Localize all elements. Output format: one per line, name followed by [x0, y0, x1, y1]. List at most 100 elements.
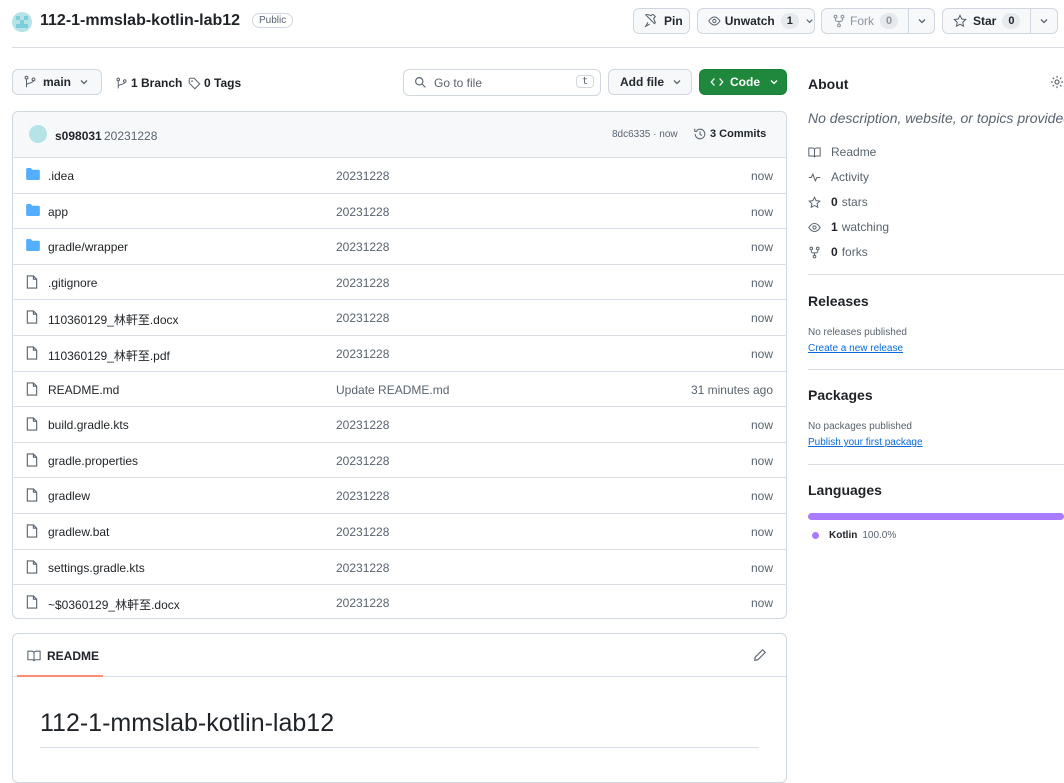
language-dot [812, 532, 819, 539]
create-release-link[interactable]: Create a new release [808, 343, 903, 354]
eye-icon [808, 222, 821, 232]
file-row[interactable]: .idea 20231228 now [12, 157, 787, 193]
pencil-icon [754, 648, 767, 661]
header-divider [12, 47, 1064, 48]
commits-count: 3 Commits [710, 128, 767, 140]
file-commit-message[interactable]: 20231228 [336, 596, 389, 610]
file-row[interactable]: gradlew.bat 20231228 now [12, 513, 787, 549]
readme-heading: 112-1-mmslab-kotlin-lab12 [40, 709, 335, 737]
file-commit-time: now [750, 525, 773, 539]
file-row[interactable]: gradle.properties 20231228 now [12, 441, 787, 478]
file-row[interactable]: README.md Update README.md 31 minutes ago [12, 370, 787, 407]
commits-link[interactable]: 3 Commits [693, 127, 766, 141]
folder-icon [26, 203, 40, 216]
unwatch-button[interactable]: Unwatch 1 [697, 8, 815, 34]
publish-package-link[interactable]: Publish your first package [808, 437, 923, 448]
code-button[interactable]: Code [699, 69, 787, 95]
branch-icon [116, 77, 127, 88]
file-name[interactable]: ~$0360129_林軒至.docx [48, 596, 180, 613]
watching-count: 1 [831, 220, 838, 234]
chevron-down-icon [770, 80, 778, 85]
go-to-file-input[interactable]: Go to file t [403, 69, 601, 96]
releases-empty: No releases published [808, 327, 907, 338]
file-commit-message[interactable]: 20231228 [336, 525, 389, 539]
sidebar-divider [808, 369, 1064, 370]
file-row[interactable]: build.gradle.kts 20231228 now [12, 406, 787, 442]
file-row[interactable]: app 20231228 now [12, 192, 787, 229]
file-row[interactable]: 110360129_林軒至.docx 20231228 now [12, 299, 787, 335]
pin-button[interactable]: Pin [633, 8, 690, 34]
file-name[interactable]: gradle.properties [48, 454, 138, 468]
file-commit-time: now [750, 489, 773, 504]
branch-name: main [43, 75, 72, 89]
branches-link[interactable]: 1 Branch [115, 76, 182, 90]
readme-link[interactable]: Readme [808, 145, 876, 159]
file-row[interactable]: gradle/wrapper 20231228 now [12, 228, 787, 264]
star-label: Star [973, 14, 997, 28]
file-icon-wrap [26, 275, 38, 289]
file-icon-wrap [26, 310, 38, 325]
file-icon-wrap [26, 524, 38, 538]
star-button[interactable]: Star 0 [942, 8, 1058, 34]
repo-title[interactable]: 112-1-mmslab-kotlin-lab12 [40, 12, 240, 30]
file-commit-message[interactable]: 20231228 [336, 347, 389, 361]
file-name[interactable]: .gitignore [48, 276, 97, 290]
file-commit-message[interactable]: 20231228 [336, 418, 389, 432]
file-row[interactable]: 110360129_林軒至.pdf 20231228 now [12, 335, 787, 371]
file-commit-message[interactable]: Update README.md [336, 383, 449, 397]
file-row[interactable]: .gitignore 20231228 now [12, 263, 787, 300]
add-file-button[interactable]: Add file [608, 69, 692, 95]
file-row[interactable]: ~$0360129_林軒至.docx 20231228 now [12, 584, 787, 620]
packages-title[interactable]: Packages [808, 387, 873, 403]
chevron-down-icon [918, 19, 926, 24]
commit-author[interactable]: s098031 [55, 129, 102, 143]
file-row[interactable]: settings.gradle.kts 20231228 now [12, 548, 787, 585]
file-name[interactable]: .idea [48, 169, 74, 183]
code-label: Code [730, 75, 760, 89]
file-commit-message[interactable]: 20231228 [336, 454, 389, 468]
file-name[interactable]: gradlew.bat [48, 525, 109, 539]
file-icon [26, 310, 38, 325]
language-item[interactable]: Kotlin 100.0% [812, 530, 896, 541]
file-name[interactable]: 110360129_林軒至.pdf [48, 347, 170, 364]
add-file-label: Add file [620, 75, 664, 89]
commit-message[interactable]: 20231228 [104, 129, 157, 143]
file-name[interactable]: gradle/wrapper [48, 240, 128, 254]
forks-link[interactable]: 0 forks [808, 245, 868, 259]
file-name[interactable]: 110360129_林軒至.docx [48, 311, 179, 328]
readme-tab[interactable]: README [27, 649, 99, 663]
stars-link[interactable]: 0 stars [808, 195, 868, 209]
file-commit-message[interactable]: 20231228 [336, 489, 389, 503]
tags-link[interactable]: 0 Tags [188, 76, 241, 90]
fork-button[interactable]: Fork 0 [821, 8, 935, 34]
commit-hash[interactable]: 8dc6335 · now [612, 129, 678, 140]
book-icon [27, 650, 41, 662]
file-commit-message[interactable]: 20231228 [336, 205, 389, 219]
file-commit-time: 31 minutes ago [690, 382, 773, 397]
file-commit-message[interactable]: 20231228 [336, 276, 389, 290]
file-row[interactable]: gradlew 20231228 now [12, 477, 787, 513]
watching-link[interactable]: 1 watching [808, 220, 889, 234]
commit-author-avatar[interactable] [29, 125, 47, 143]
file-icon [26, 346, 38, 360]
file-name[interactable]: gradlew [48, 489, 90, 503]
releases-title[interactable]: Releases [808, 293, 869, 309]
file-name[interactable]: build.gradle.kts [48, 418, 129, 432]
file-icon-wrap [26, 417, 38, 431]
file-name[interactable]: app [48, 205, 68, 219]
file-commit-time: now [750, 453, 773, 468]
file-commit-message[interactable]: 20231228 [336, 169, 389, 183]
file-name[interactable]: settings.gradle.kts [48, 561, 145, 575]
edit-readme-button[interactable] [753, 648, 767, 662]
file-commit-message[interactable]: 20231228 [336, 561, 389, 575]
file-icon [26, 275, 38, 289]
activity-link[interactable]: Activity [808, 170, 869, 184]
file-name[interactable]: README.md [48, 383, 119, 397]
eye-icon [708, 16, 721, 26]
branch-icon [24, 75, 36, 88]
file-commit-message[interactable]: 20231228 [336, 240, 389, 254]
repo-avatar[interactable] [12, 12, 32, 32]
about-settings-button[interactable] [1050, 75, 1064, 89]
branch-select[interactable]: main [12, 69, 102, 95]
file-commit-message[interactable]: 20231228 [336, 311, 389, 325]
